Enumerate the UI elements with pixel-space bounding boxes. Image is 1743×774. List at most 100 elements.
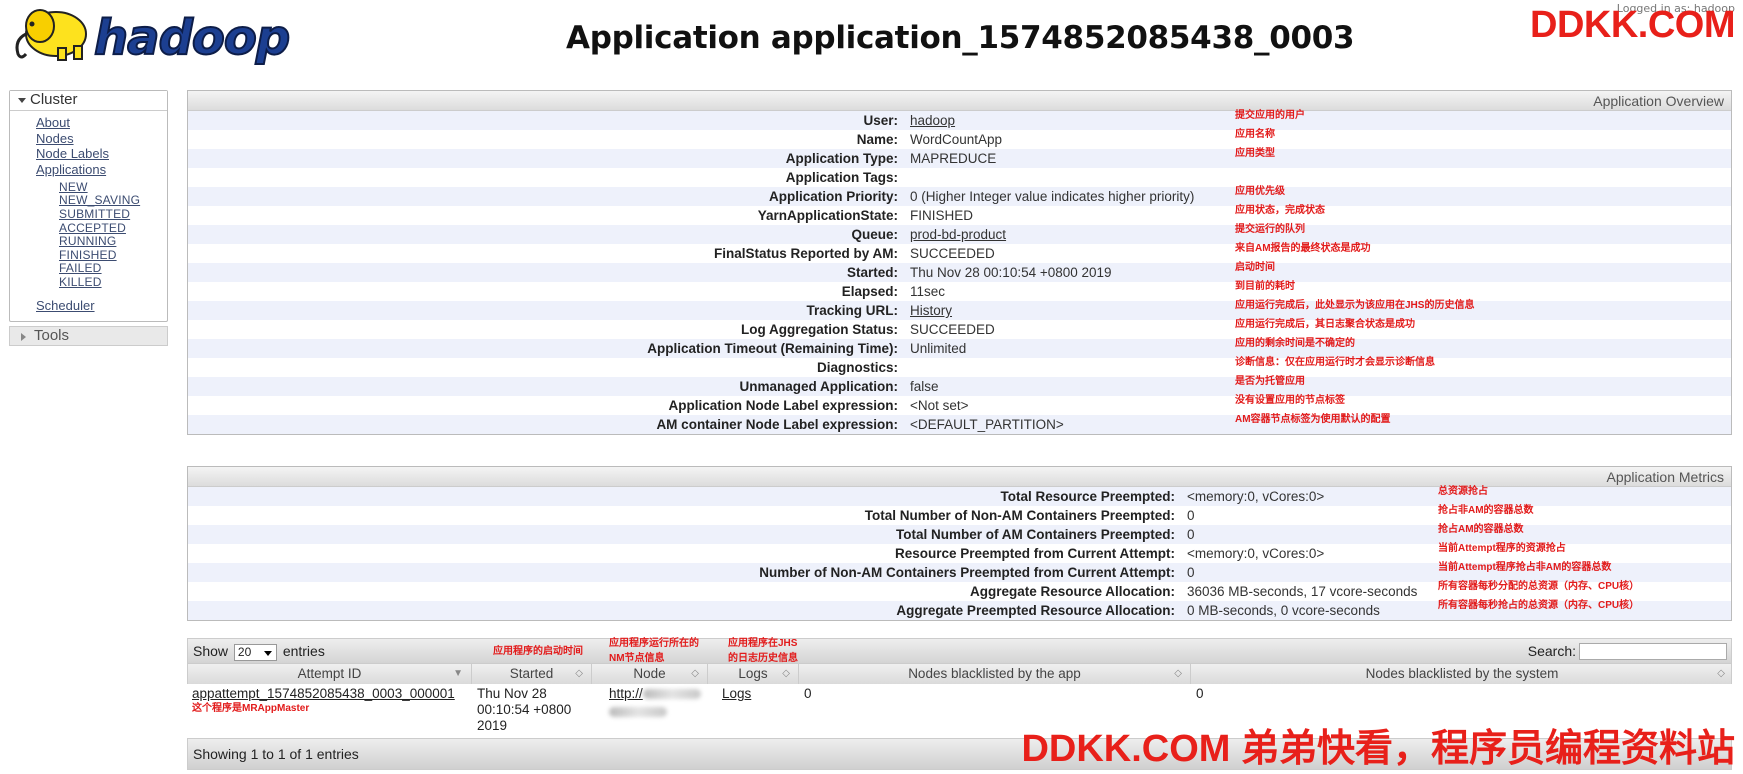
nav-link-finished[interactable]: FINISHED bbox=[36, 248, 167, 263]
started-line-2: 00:10:54 +0800 bbox=[477, 702, 572, 717]
search-input[interactable] bbox=[1579, 643, 1727, 660]
overview-row: User: hadoop 提交应用的用户 bbox=[188, 110, 1731, 130]
nav-link-killed[interactable]: KILLED bbox=[36, 275, 167, 290]
overview-row: Unmanaged Application: false 是否为托管应用 bbox=[188, 376, 1731, 396]
overview-annotation: 应用优先级 bbox=[1235, 186, 1285, 197]
overview-header: Application Overview bbox=[188, 91, 1731, 111]
cluster-toggle[interactable]: Cluster bbox=[10, 91, 167, 111]
triangle-right-icon bbox=[21, 333, 26, 342]
note-logs-1: 应用程序在JHS bbox=[728, 638, 798, 649]
col-started-label: Started bbox=[509, 666, 554, 681]
nav-link-submitted[interactable]: SUBMITTED bbox=[36, 207, 167, 222]
metrics-label: Aggregate Resource Allocation: bbox=[969, 584, 1175, 599]
show-label: Show bbox=[193, 643, 229, 659]
node-link[interactable]: http:// bbox=[609, 686, 701, 701]
col-blacklist-app[interactable]: Nodes blacklisted by the app ◇ bbox=[799, 664, 1191, 684]
app-state-links: NEW NEW_SAVING SUBMITTED ACCEPTED RUNNIN… bbox=[36, 180, 167, 290]
overview-label: YarnApplicationState: bbox=[757, 208, 898, 223]
logs-link[interactable]: Logs bbox=[722, 686, 751, 701]
metrics-header: Application Metrics bbox=[188, 467, 1731, 487]
overview-annotation: 提交应用的用户 bbox=[1235, 110, 1305, 121]
metrics-value: <memory:0, vCores:0> bbox=[1187, 489, 1325, 504]
overview-annotation: 应用类型 bbox=[1235, 148, 1275, 159]
nav-link-scheduler[interactable]: Scheduler bbox=[36, 298, 167, 314]
nav-link-running[interactable]: RUNNING bbox=[36, 235, 167, 249]
col-attempt-id[interactable]: Attempt ID ▼ bbox=[188, 664, 472, 684]
page-size-control: Show 20 entries bbox=[193, 639, 325, 663]
page-size-value: 20 bbox=[237, 644, 252, 659]
col-started[interactable]: Started ◇ bbox=[472, 664, 592, 684]
overview-annotation: 应用的剩余时间是不确定的 bbox=[1235, 338, 1355, 349]
metrics-value: 0 MB-seconds, 0 vcore-seconds bbox=[1187, 603, 1380, 618]
nav-link-nodes[interactable]: Nodes bbox=[36, 131, 167, 147]
cell-node: http:// bbox=[609, 686, 701, 720]
sort-icon: ◇ bbox=[782, 668, 790, 679]
page-size-select[interactable]: 20 bbox=[233, 643, 277, 661]
overview-label: Elapsed: bbox=[841, 284, 898, 299]
overview-annotation: 应用运行完成后，其日志聚合状态是成功 bbox=[1235, 319, 1415, 330]
sort-desc-icon: ▼ bbox=[453, 668, 463, 679]
application-overview-panel: Application Overview User: hadoop 提交应用的用户 N… bbox=[187, 90, 1732, 435]
overview-annotation: 诊断信息：仅在应用运行时才会显示诊断信息 bbox=[1235, 357, 1435, 368]
overview-value-link[interactable]: hadoop bbox=[910, 113, 955, 128]
node-redacted-line bbox=[609, 704, 701, 720]
overview-annotation: 到目前的耗时 bbox=[1235, 281, 1295, 292]
logo-text: hadoop bbox=[93, 9, 291, 67]
cell-attempt-id: appattempt_1574852085438_0003_000001 这个程… bbox=[192, 686, 455, 716]
overview-value: <DEFAULT_PARTITION> bbox=[910, 417, 1064, 432]
col-blacklist-system[interactable]: Nodes blacklisted by the system ◇ bbox=[1191, 664, 1733, 684]
overview-label: Application Priority: bbox=[768, 189, 898, 204]
overview-annotation: 提交运行的队列 bbox=[1235, 224, 1305, 235]
nav-link-node-labels[interactable]: Node Labels bbox=[36, 146, 167, 162]
overview-value: FINISHED bbox=[910, 208, 974, 223]
nav-link-new-saving[interactable]: NEW_SAVING bbox=[36, 194, 167, 208]
watermark-bottom: DDKK.COM 弟弟快看，程序员编程资料站 bbox=[1021, 728, 1735, 770]
overview-annotation: AM容器节点标签为使用默认的配置 bbox=[1235, 414, 1391, 425]
attempt-id-link[interactable]: appattempt_1574852085438_0003_000001 bbox=[192, 686, 455, 701]
nav-link-failed[interactable]: FAILED bbox=[36, 262, 167, 276]
tools-toggle[interactable]: Tools bbox=[9, 326, 168, 347]
overview-row: Application Priority: 0 (Higher Integer v… bbox=[188, 186, 1731, 206]
metrics-label: Total Resource Preempted: bbox=[1000, 489, 1175, 504]
elephant-icon bbox=[15, 9, 87, 61]
nav-link-applications[interactable]: Applications bbox=[36, 162, 167, 178]
overview-label: Application Type: bbox=[785, 151, 898, 166]
attempt-note: 这个程序是MRAppMaster bbox=[192, 703, 310, 714]
overview-annotation: 应用名称 bbox=[1235, 129, 1275, 140]
overview-label: Application Timeout (Remaining Time): bbox=[647, 341, 898, 356]
overview-row: Application Type: MAPREDUCE 应用类型 bbox=[188, 148, 1731, 168]
overview-annotation: 是否为托管应用 bbox=[1235, 376, 1305, 387]
nav-link-about[interactable]: About bbox=[36, 115, 167, 131]
overview-label: User: bbox=[863, 113, 898, 128]
overview-row: Queue: prod-bd-product 提交运行的队列 bbox=[188, 224, 1731, 244]
sort-icon: ◇ bbox=[575, 668, 583, 679]
overview-row: Application Timeout (Remaining Time): Unl… bbox=[188, 338, 1731, 358]
col-logs[interactable]: Logs ◇ bbox=[708, 664, 799, 684]
overview-label: Queue: bbox=[851, 227, 898, 242]
overview-value: Thu Nov 28 00:10:54 +0800 2019 bbox=[910, 265, 1112, 280]
nav-link-new[interactable]: NEW bbox=[36, 180, 167, 195]
sort-icon: ◇ bbox=[1717, 668, 1725, 679]
overview-value: false bbox=[910, 379, 939, 394]
overview-label: FinalStatus Reported by AM: bbox=[713, 246, 898, 261]
metrics-value: 36036 MB-seconds, 17 vcore-seconds bbox=[1187, 584, 1418, 599]
col-node[interactable]: Node ◇ bbox=[592, 664, 708, 684]
overview-value-link[interactable]: prod-bd-product bbox=[910, 227, 1006, 242]
overview-annotation: 应用运行完成后，此处显示为该应用在JHS的历史信息 bbox=[1235, 300, 1475, 311]
dropdown-arrow-icon bbox=[263, 650, 272, 656]
overview-row: YarnApplicationState: FINISHED 应用状态，完成状态 bbox=[188, 205, 1731, 225]
cluster-label: Cluster bbox=[30, 91, 78, 108]
triangle-down-icon bbox=[18, 98, 26, 103]
metrics-value: 0 bbox=[1187, 508, 1195, 523]
overview-annotation: 没有设置应用的节点标签 bbox=[1235, 395, 1345, 406]
sort-icon: ◇ bbox=[691, 668, 699, 679]
hadoop-logo[interactable]: hadoop bbox=[12, 4, 291, 70]
overview-value-link[interactable]: History bbox=[910, 303, 952, 318]
overview-row: Log Aggregation Status: SUCCEEDED 应用运行完成后，… bbox=[188, 319, 1731, 339]
overview-row: Tracking URL: History 应用运行完成后，此处显示为该应用在JHS… bbox=[188, 300, 1731, 320]
metrics-value: <memory:0, vCores:0> bbox=[1187, 546, 1325, 561]
overview-row: Diagnostics: 诊断信息：仅在应用运行时才会显示诊断信息 bbox=[188, 357, 1731, 377]
cell-logs: Logs bbox=[722, 686, 751, 702]
cell-blacklist-app: 0 bbox=[804, 686, 812, 701]
nav-link-accepted[interactable]: ACCEPTED bbox=[36, 221, 167, 236]
